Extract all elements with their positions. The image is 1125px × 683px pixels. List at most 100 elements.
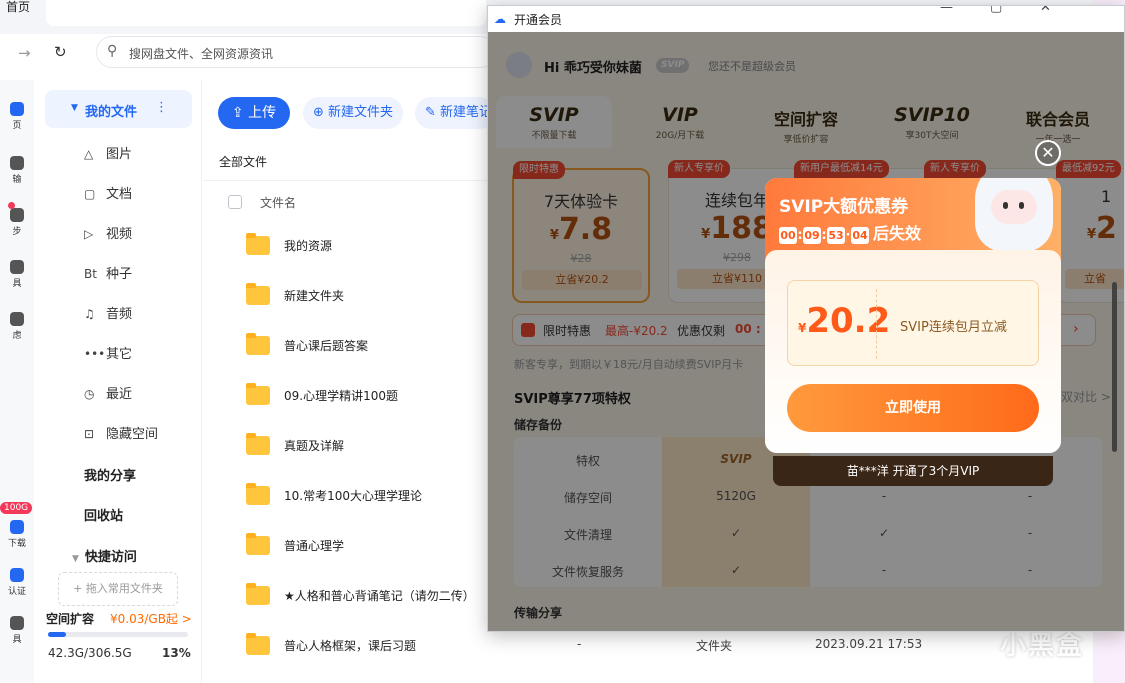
file-c2: 文件夹: [696, 639, 733, 653]
coupon-popup: SVIP大额优惠券 00:09:53 · 04 后失效 ¥20.2 SVIP连续包月立…: [765, 178, 1061, 453]
tab-strip: [46, 0, 486, 26]
folder-icon: [246, 383, 270, 405]
quota-usage: 42.3G/306.5G: [48, 646, 132, 660]
upload-button[interactable]: ⇪ 上传: [218, 97, 290, 129]
mascot-icon: [975, 178, 1053, 252]
sidebar-item-my-files[interactable]: ▼ 我的文件 ⋮: [45, 90, 192, 128]
sidebar-item-my-share[interactable]: 我的分享: [84, 465, 136, 484]
coupon-ticket: ¥20.2 SVIP连续包月立减: [787, 280, 1039, 366]
home-tab[interactable]: 首页: [6, 0, 30, 15]
notification-dot: [8, 202, 15, 209]
sidebar-item-recent[interactable]: ◷ 最近: [84, 383, 132, 403]
sidebar-item-hidden-space[interactable]: ⊡ 隐藏空间: [84, 423, 158, 443]
rail-item-verify[interactable]: 认证: [0, 568, 34, 597]
file-name[interactable]: 普心课后题答案: [284, 337, 368, 354]
close-window-icon[interactable]: ✕: [1040, 6, 1051, 15]
chevron-down-icon: ▼: [71, 103, 78, 113]
vip-titlebar: ☁ 开通会员 — ▢ ✕: [488, 6, 1124, 32]
apps-icon: [10, 616, 24, 630]
folder-icon: [246, 433, 270, 455]
cloud-icon: [10, 102, 24, 116]
folder-icon: [246, 633, 270, 655]
quota-title: 空间扩容: [46, 612, 95, 626]
download-icon: [10, 520, 24, 534]
breadcrumb[interactable]: 全部文件: [219, 153, 267, 170]
chevron-down-icon: ▼: [72, 554, 79, 564]
sidebar-item-images[interactable]: △ 图片: [84, 143, 132, 163]
folder-icon: [246, 283, 270, 305]
app-logo-icon: ☁: [494, 12, 506, 26]
file-name[interactable]: 10.常考100大心理学理论: [284, 487, 422, 504]
sidebar-item-videos[interactable]: ▷ 视频: [84, 223, 132, 243]
rail-item-tools[interactable]: 具: [0, 260, 34, 289]
torrent-icon: Bt: [84, 267, 97, 281]
ticket-divider: [876, 289, 877, 359]
new-folder-button[interactable]: ⊕ 新建文件夹: [303, 97, 404, 129]
quota-progress: [48, 632, 188, 637]
transfer-icon: [10, 156, 24, 170]
storage-quota[interactable]: 空间扩容 ¥0.03/GB起 > 42.3G/306.5G 13%: [46, 610, 196, 660]
search-box[interactable]: ⚲ 搜网盘文件、全网资源资讯: [96, 36, 496, 68]
file-c1: -: [577, 637, 582, 651]
sidebar-item-audio[interactable]: ♫ 音频: [84, 303, 132, 323]
new-note-button[interactable]: ✎ 新建笔记: [415, 97, 495, 129]
quota-progress-fill: [48, 632, 67, 637]
sidebar-item-other[interactable]: •••其它: [84, 343, 132, 363]
search-placeholder: 搜网盘文件、全网资源资讯: [129, 47, 274, 61]
left-rail: 页 输 步 具 虑 100G 下载 认证 具: [0, 80, 34, 683]
storage-badge: 100G: [0, 502, 33, 514]
file-c3: 2023.09.21 17:53: [815, 637, 923, 651]
vip-window: ☁ 开通会员 — ▢ ✕ Hi 乖巧受你妹菌 SVIP 您还不是超级会员 SVI…: [487, 5, 1125, 632]
folder-icon: [246, 483, 270, 505]
image-icon: △: [84, 147, 94, 161]
file-name[interactable]: 09.心理学精讲100题: [284, 387, 398, 404]
coupon-timer: 00:09:53 · 04 后失效: [779, 224, 922, 244]
file-name[interactable]: 新建文件夹: [284, 287, 344, 304]
lock-icon: ⊡: [84, 427, 95, 441]
document-icon: ▢: [84, 187, 96, 201]
refresh-icon[interactable]: ↻: [54, 43, 67, 61]
vip-window-title: 开通会员: [514, 13, 563, 27]
ellipsis-icon: •••: [84, 347, 106, 361]
more-icon[interactable]: ⋮: [155, 100, 168, 115]
purchase-banner: 苗***洋 开通了3个月VIP: [773, 456, 1053, 486]
rail-item-sync[interactable]: 步: [0, 208, 34, 237]
rail-item-apps[interactable]: 具: [0, 616, 34, 645]
file-name[interactable]: 普心人格框架，课后习题: [284, 637, 416, 654]
rail-item-user[interactable]: 虑: [0, 312, 34, 341]
quota-price[interactable]: ¥0.03/GB起 >: [110, 610, 192, 627]
folder-icon: [246, 333, 270, 355]
tools-icon: [10, 260, 24, 274]
quota-percent: 13%: [162, 646, 191, 660]
add-folder-icon: ⊕: [313, 105, 329, 120]
forward-icon[interactable]: →: [18, 44, 31, 62]
close-popup-icon[interactable]: ✕: [1035, 140, 1061, 166]
sidebar-item-docs[interactable]: ▢ 文档: [84, 183, 132, 203]
sidebar-item-torrents[interactable]: Bt 种子: [84, 263, 132, 283]
sidebar-item-recycle[interactable]: 回收站: [84, 505, 123, 524]
sidebar-quick-access[interactable]: ▼ 快捷访问: [72, 546, 137, 565]
minimize-icon[interactable]: —: [940, 6, 953, 15]
folder-icon: [246, 583, 270, 605]
folder-icon: [246, 233, 270, 255]
file-name[interactable]: 我的资源: [284, 237, 332, 254]
column-filename[interactable]: 文件名: [260, 194, 296, 211]
folder-icon: [246, 533, 270, 555]
coupon-panel: ¥20.2 SVIP连续包月立减 立即使用: [765, 250, 1061, 453]
coupon-title: SVIP大额优惠券: [779, 197, 909, 217]
user-icon: [10, 312, 24, 326]
select-all-checkbox[interactable]: [228, 195, 242, 209]
file-name[interactable]: ★人格和普心背诵笔记（请勿二传）: [284, 587, 475, 604]
verify-icon: [10, 568, 24, 582]
file-name[interactable]: 真题及详解: [284, 437, 344, 454]
rail-item-home[interactable]: 页: [0, 102, 34, 131]
file-name[interactable]: 普通心理学: [284, 537, 344, 554]
rail-item-transfer[interactable]: 输: [0, 156, 34, 185]
headphones-icon: ♫: [84, 307, 95, 321]
coupon-desc: SVIP连续包月立减: [900, 320, 1007, 335]
sidebar: ▼ 我的文件 ⋮ △ 图片 ▢ 文档 ▷ 视频 Bt 种子 ♫ 音频 •••其它 ◷ 最近 …: [34, 80, 202, 683]
drop-folder-zone[interactable]: + 拖入常用文件夹: [58, 572, 178, 606]
use-coupon-button[interactable]: 立即使用: [787, 384, 1039, 432]
maximize-icon[interactable]: ▢: [990, 6, 1002, 15]
rail-item-download[interactable]: 下载: [0, 520, 34, 549]
